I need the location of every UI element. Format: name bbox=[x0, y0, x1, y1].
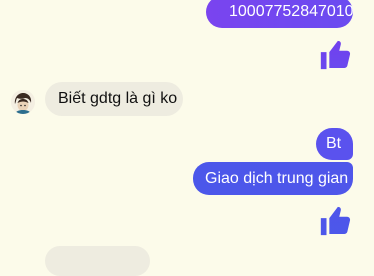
message-text: Biết gdtg là gì ko bbox=[58, 90, 178, 107]
chat-thread: 10007752847010 Biết gdtg là gì ko Bt Gia… bbox=[0, 0, 374, 276]
outgoing-message-bubble[interactable]: Giao dịch trung gian bbox=[193, 162, 353, 195]
outgoing-message-bubble[interactable]: 10007752847010 bbox=[206, 0, 354, 28]
message-text: 10007752847010 bbox=[229, 3, 354, 20]
incoming-message-bubble[interactable]: Biết gdtg là gì ko bbox=[45, 82, 183, 116]
thumbs-up-icon[interactable] bbox=[318, 204, 352, 238]
message-text: Bt bbox=[326, 135, 342, 152]
message-text: Giao dịch trung gian bbox=[205, 169, 349, 187]
outgoing-message-bubble[interactable]: Bt bbox=[316, 128, 353, 160]
thumbs-up-icon[interactable] bbox=[318, 38, 352, 72]
incoming-message-bubble[interactable] bbox=[45, 246, 150, 276]
avatar-icon[interactable] bbox=[11, 90, 35, 114]
